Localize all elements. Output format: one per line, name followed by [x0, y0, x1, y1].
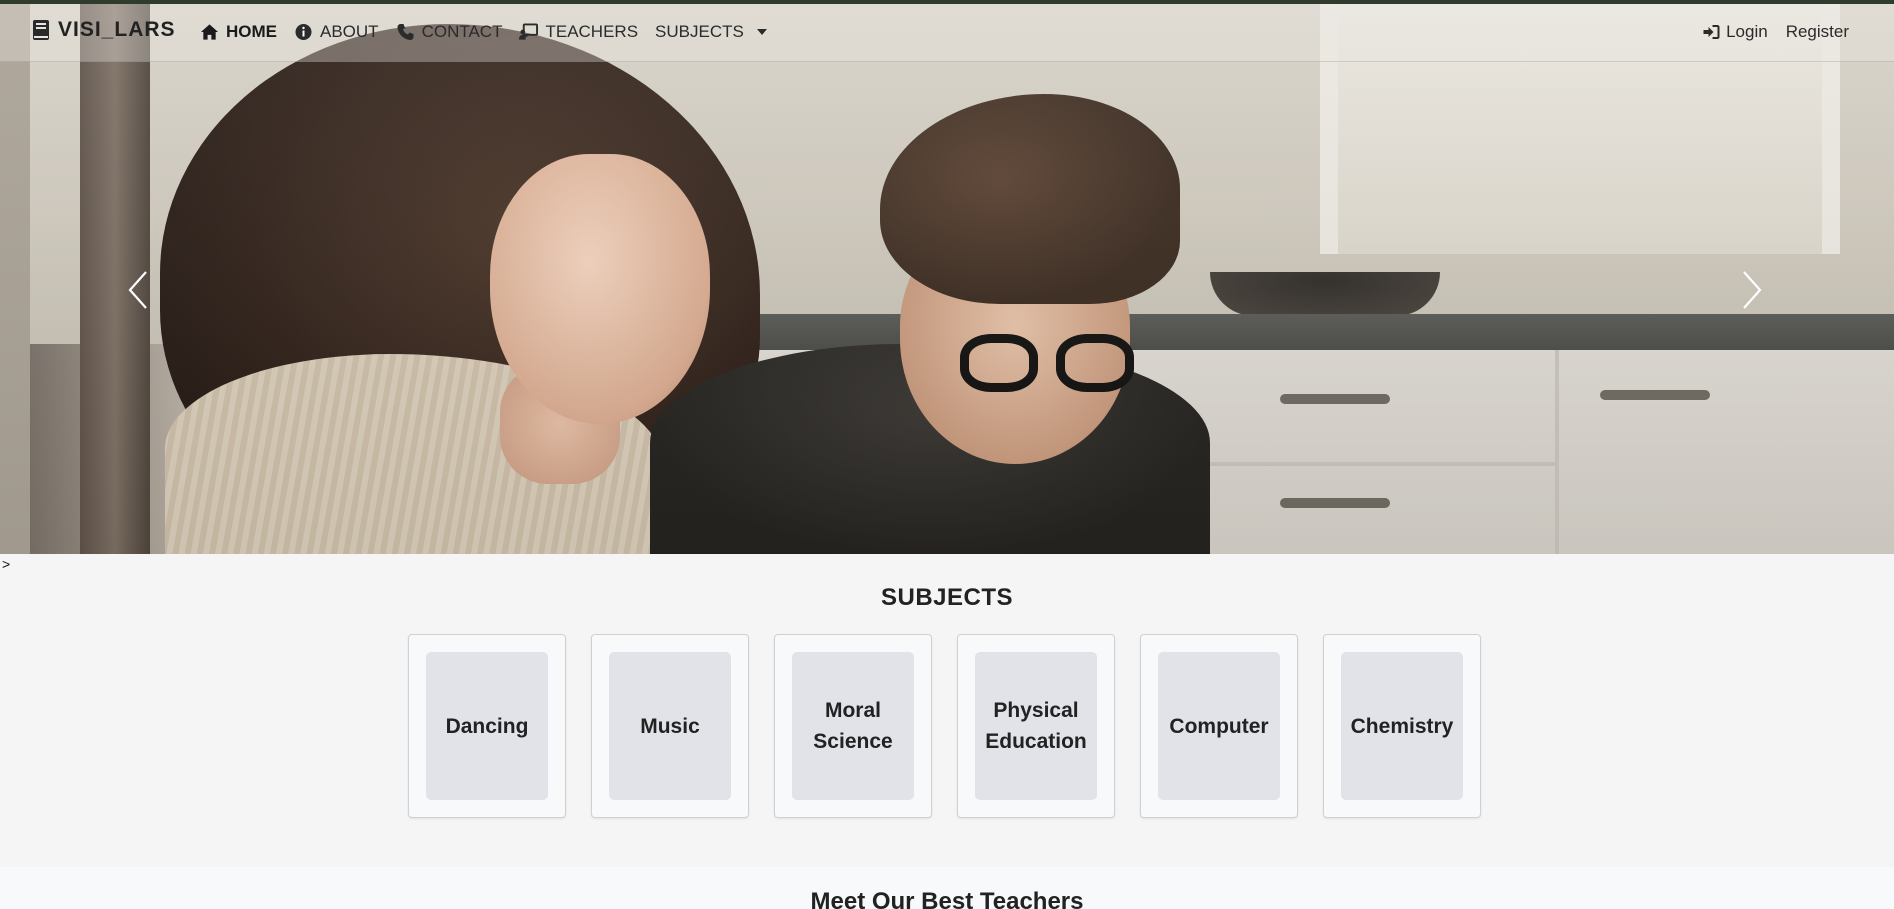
- login-label: Login: [1726, 22, 1768, 41]
- subject-card-computer[interactable]: Computer: [1140, 634, 1298, 818]
- subject-card-moral-science[interactable]: Moral Science: [774, 634, 932, 818]
- nav-about-label: ABOUT: [320, 22, 379, 41]
- nav-about[interactable]: ABOUT: [294, 22, 379, 42]
- register-link[interactable]: Register: [1786, 22, 1849, 42]
- chalkboard-teacher-icon: [519, 23, 539, 40]
- register-label: Register: [1785, 22, 1849, 41]
- stray-text: >: [2, 556, 11, 572]
- hero-carousel: [0, 4, 1894, 554]
- info-icon: [295, 24, 312, 40]
- chevron-right-icon: [1743, 271, 1762, 309]
- subjects-heading: SUBJECTS: [880, 584, 1014, 611]
- carousel-next-button[interactable]: [1722, 250, 1782, 330]
- subject-label: Dancing: [426, 652, 548, 800]
- nav-teachers-label: TEACHERS: [545, 22, 639, 41]
- subjects-grid: Dancing Music Moral Science Physical Edu…: [408, 634, 1481, 818]
- hero-image-detail: [0, 4, 1894, 554]
- subject-label: Music: [609, 652, 731, 800]
- subject-label: Moral Science: [792, 652, 914, 800]
- navbar: VISI_LARS HOME ABOUT CONTACT TEACHERS SU…: [0, 4, 1894, 62]
- nav-home-label: HOME: [226, 22, 277, 41]
- nav-contact[interactable]: CONTACT: [396, 22, 503, 42]
- home-icon: [200, 24, 219, 40]
- subject-card-chemistry[interactable]: Chemistry: [1323, 634, 1481, 818]
- subject-label: Physical Education: [975, 652, 1097, 800]
- brand-name: VISI_LARS: [58, 18, 176, 41]
- book-icon: [33, 20, 49, 40]
- nav-subjects-label: SUBJECTS: [655, 22, 744, 41]
- subject-card-music[interactable]: Music: [591, 634, 749, 818]
- teachers-heading: Meet Our Best Teachers: [810, 888, 1084, 909]
- login-link[interactable]: Login: [1702, 22, 1768, 42]
- sign-in-icon: [1703, 25, 1720, 39]
- subject-card-dancing[interactable]: Dancing: [408, 634, 566, 818]
- subject-label: Computer: [1158, 652, 1280, 800]
- caret-down-icon: [756, 29, 767, 35]
- subject-label: Chemistry: [1341, 652, 1463, 800]
- chevron-left-icon: [128, 271, 147, 309]
- carousel-prev-button[interactable]: [108, 250, 168, 330]
- nav-subjects-dropdown[interactable]: SUBJECTS: [655, 22, 767, 42]
- auth-links: Login Register: [1702, 22, 1849, 42]
- nav-home[interactable]: HOME: [200, 22, 277, 42]
- nav-teachers[interactable]: TEACHERS: [519, 22, 638, 42]
- brand-logo[interactable]: VISI_LARS: [32, 18, 176, 42]
- phone-icon: [397, 24, 414, 40]
- nav-links: HOME ABOUT CONTACT TEACHERS SUBJECTS: [200, 22, 784, 42]
- subject-card-physical-education[interactable]: Physical Education: [957, 634, 1115, 818]
- nav-contact-label: CONTACT: [421, 22, 503, 41]
